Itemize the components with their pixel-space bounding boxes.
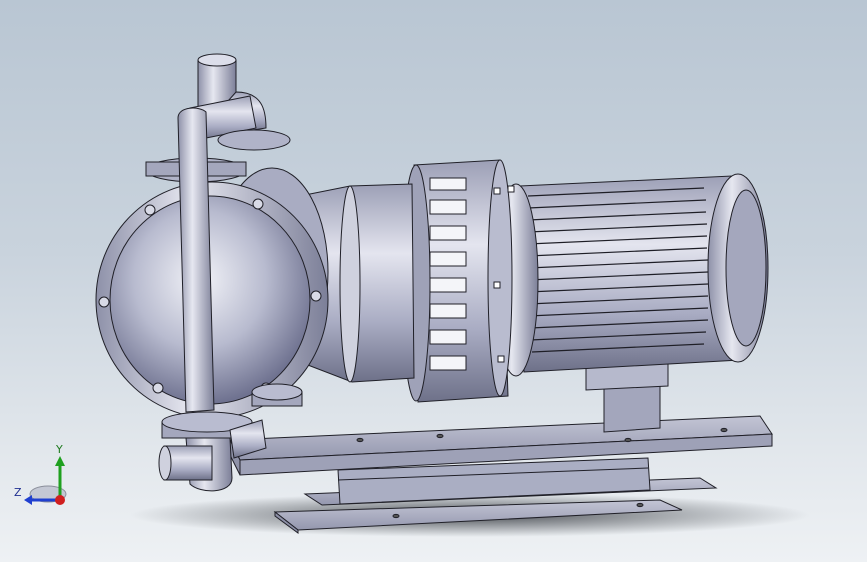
bell-bolt [493, 187, 501, 195]
plate-hole [436, 433, 444, 439]
bottom-flange-rear [251, 383, 303, 401]
triad-z-label: Z [14, 486, 22, 499]
plate-hole [392, 513, 400, 519]
triad-x-axis-dot [55, 495, 65, 505]
electric-motor[interactable] [493, 173, 769, 377]
inlet-pipe-mouth [158, 445, 172, 481]
plate-hole [356, 437, 364, 443]
graphics-viewport[interactable]: Y Z [0, 0, 867, 562]
top-flange-rear [217, 129, 291, 151]
plate-hole [636, 502, 644, 508]
pump-model-render[interactable]: Y Z [0, 0, 867, 562]
drive-housing-face [339, 185, 361, 383]
triad-z-arrowhead [24, 495, 32, 505]
motor-stand[interactable] [585, 359, 669, 433]
coupling-bell-housing[interactable] [401, 159, 515, 403]
plate-hole [720, 427, 728, 433]
triad-y-arrowhead [55, 456, 65, 466]
orientation-triad[interactable]: Y Z [14, 443, 67, 505]
bell-bolt [493, 281, 501, 289]
plate-hole [624, 437, 632, 443]
bell-bolt [507, 185, 515, 193]
motor-body [519, 175, 741, 373]
motor-end-cap [725, 189, 767, 347]
bell-bolt [497, 355, 505, 363]
triad-y-label: Y [55, 443, 63, 456]
outlet-pipe-mouth [197, 53, 237, 67]
motor-stand-block [603, 381, 661, 433]
